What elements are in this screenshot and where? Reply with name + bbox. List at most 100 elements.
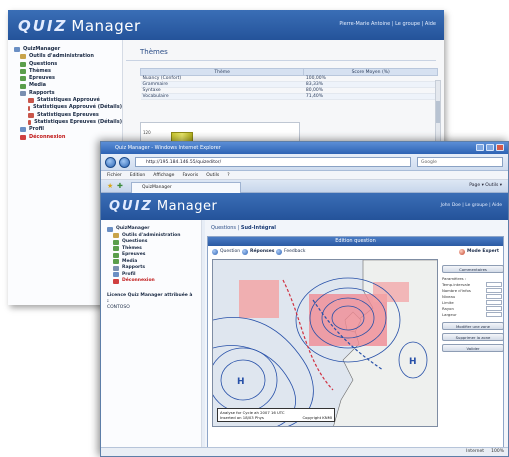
tree-item[interactable]: Outils d'administration — [14, 53, 122, 60]
tree-item[interactable]: QuizManager — [14, 46, 122, 53]
delete-zone-button[interactable]: Supprimer la zone — [442, 333, 504, 341]
table-header-score[interactable]: Score Moyen (%) — [303, 68, 438, 76]
user-links[interactable]: John Doe | Le groupe | Aide — [441, 203, 502, 208]
back-arrow-icon[interactable] — [105, 157, 116, 168]
validate-button[interactable]: Valider — [442, 344, 504, 352]
menu-item[interactable]: Outils — [206, 173, 219, 178]
comments-button[interactable]: Commentaires — [442, 265, 504, 273]
feedback-icon — [276, 249, 282, 255]
tab-tools[interactable]: Page ▾ Outils ▾ — [469, 183, 502, 188]
menu-item[interactable]: Favoris — [182, 173, 198, 178]
high-pressure-label: H — [237, 377, 245, 387]
settings-input[interactable] — [486, 300, 502, 305]
caption-credit: Copyright KNMI — [302, 415, 333, 420]
tab-label: Question — [220, 249, 241, 254]
answers-icon — [242, 249, 248, 255]
high-pressure-label: H — [409, 357, 417, 367]
mode-label: Mode Expert — [466, 249, 499, 254]
settings-rows: Paramètres : Temp.intervale Nombre d'infos… — [442, 276, 504, 318]
folder-icon — [113, 278, 119, 284]
menu-bar: Fichier Edition Affichage Favoris Outils? — [101, 171, 508, 180]
app-logo[interactable]: QUIZ Manager — [18, 17, 141, 35]
breadcrumb: Questions | Sud-Intégral — [211, 225, 276, 231]
tree-item[interactable]: Media — [14, 82, 122, 89]
section-title: Thèmes — [126, 40, 436, 61]
tree-item-label: Epreuves — [29, 75, 56, 82]
tab-feedback[interactable]: Feedback — [276, 246, 305, 258]
menu-item[interactable]: ? — [227, 173, 229, 178]
settings-input[interactable] — [486, 282, 502, 287]
breadcrumb-current: Sud-Intégral — [240, 225, 276, 231]
app-header: QUIZ Manager John Doe | Le groupe | Aide — [101, 193, 508, 220]
maximize-button[interactable] — [486, 144, 494, 151]
tree-item[interactable]: Profil — [14, 126, 122, 133]
logo-brand: QUIZ — [18, 17, 68, 35]
folder-icon — [113, 265, 119, 271]
folder-icon — [20, 134, 26, 140]
question-icon — [212, 249, 218, 255]
browser-tab[interactable]: QuizManager — [131, 182, 241, 193]
window-title: Quiz Manager - Windows Internet Explorer — [115, 145, 221, 151]
tree-item[interactable]: Rapports — [14, 90, 122, 97]
search-input[interactable]: Google — [417, 157, 503, 167]
edit-zone-button[interactable]: Modifier une zone — [442, 322, 504, 330]
license-info: Licence Quiz Manager attribuée à : CONTO… — [107, 293, 201, 311]
tree-item[interactable]: Thèmes — [14, 68, 122, 75]
tree-item[interactable]: Déconnexion — [14, 134, 122, 141]
breadcrumb-questions[interactable]: Questions — [211, 225, 236, 231]
address-bar: http://195.184.146.55/quizeditor/ Google — [101, 154, 508, 171]
tree-item-label: Déconnexion — [29, 133, 66, 140]
folder-icon — [113, 246, 119, 252]
folder-icon — [113, 259, 119, 265]
folder-icon — [20, 90, 26, 96]
folder-icon — [20, 83, 26, 89]
user-links[interactable]: Pierre-Marie Antoine | Le groupe | Aide — [339, 21, 436, 27]
settings-input[interactable] — [486, 288, 502, 293]
expert-mode-icon — [458, 249, 465, 255]
tree-item[interactable]: Déconnexion — [107, 278, 201, 285]
settings-input[interactable] — [486, 306, 502, 311]
folder-icon — [20, 69, 26, 75]
tree-item-label: Statistiques Approuvé (Détails) — [33, 104, 122, 111]
settings-row: Largeur — [442, 312, 504, 318]
tab-question[interactable]: Question — [212, 246, 240, 258]
zoom-level[interactable]: 100% — [491, 448, 504, 456]
add-favorite-icon[interactable]: ✚ — [117, 183, 123, 190]
tree-item[interactable]: Statistiques Approuvé (Détails) — [14, 104, 122, 111]
settings-input[interactable] — [486, 294, 502, 299]
favorites-star-icon[interactable]: ★ — [107, 183, 113, 190]
app-header: QUIZ Manager Pierre-Marie Antoine | Le gr… — [8, 10, 444, 40]
tree-item-label: Profil — [29, 126, 44, 133]
mode-expert-toggle[interactable]: Mode Expert — [458, 246, 499, 258]
menu-item[interactable]: Edition — [130, 173, 146, 178]
forward-arrow-icon[interactable] — [119, 157, 130, 168]
menu-item[interactable]: Fichier — [107, 173, 122, 178]
tree-item-label: Déconnexion — [122, 278, 155, 283]
folder-icon — [20, 54, 26, 60]
tab-label: Réponses — [250, 249, 275, 254]
app-logo[interactable]: QUIZ Manager — [109, 199, 217, 214]
close-button[interactable] — [496, 144, 504, 151]
tree-item[interactable]: Statistiques Epreuves — [14, 112, 122, 119]
url-input[interactable]: http://195.184.146.55/quizeditor/ — [135, 157, 411, 167]
tree-item[interactable]: Questions — [14, 61, 122, 68]
settings-input[interactable] — [486, 312, 502, 317]
tree-item[interactable]: Epreuves — [14, 75, 122, 82]
minimize-button[interactable] — [476, 144, 484, 151]
scrollbar-thumb[interactable] — [436, 101, 440, 123]
tree-item[interactable]: Statistiques Epreuves (Détails) — [14, 119, 122, 126]
sidebar-tree: QuizManager Outils d'administration Questi… — [101, 220, 202, 456]
table-row[interactable]: Vocabulaire 71,40% — [140, 93, 438, 100]
tab-reponses[interactable]: Réponses — [242, 246, 274, 258]
table-header-theme[interactable]: Thème — [139, 68, 305, 76]
weather-map-svg: H H — [213, 260, 437, 426]
weather-map-image[interactable]: H H Analyse for Cycle ah 2007 16 UTC Ins… — [212, 259, 438, 427]
tree-item-label: Statistiques Epreuves (Détails) — [34, 118, 122, 125]
folder-icon — [28, 105, 31, 111]
panel-title: Edition question — [208, 237, 503, 246]
tree-item-label: Outils d'administration — [29, 53, 94, 60]
status-bar: Internet 100% — [101, 447, 508, 456]
menu-item[interactable]: Affichage — [153, 173, 174, 178]
window-titlebar[interactable]: Quiz Manager - Windows Internet Explorer — [101, 142, 508, 154]
edit-question-panel: Edition question Question Réponses Feedb… — [207, 236, 504, 450]
